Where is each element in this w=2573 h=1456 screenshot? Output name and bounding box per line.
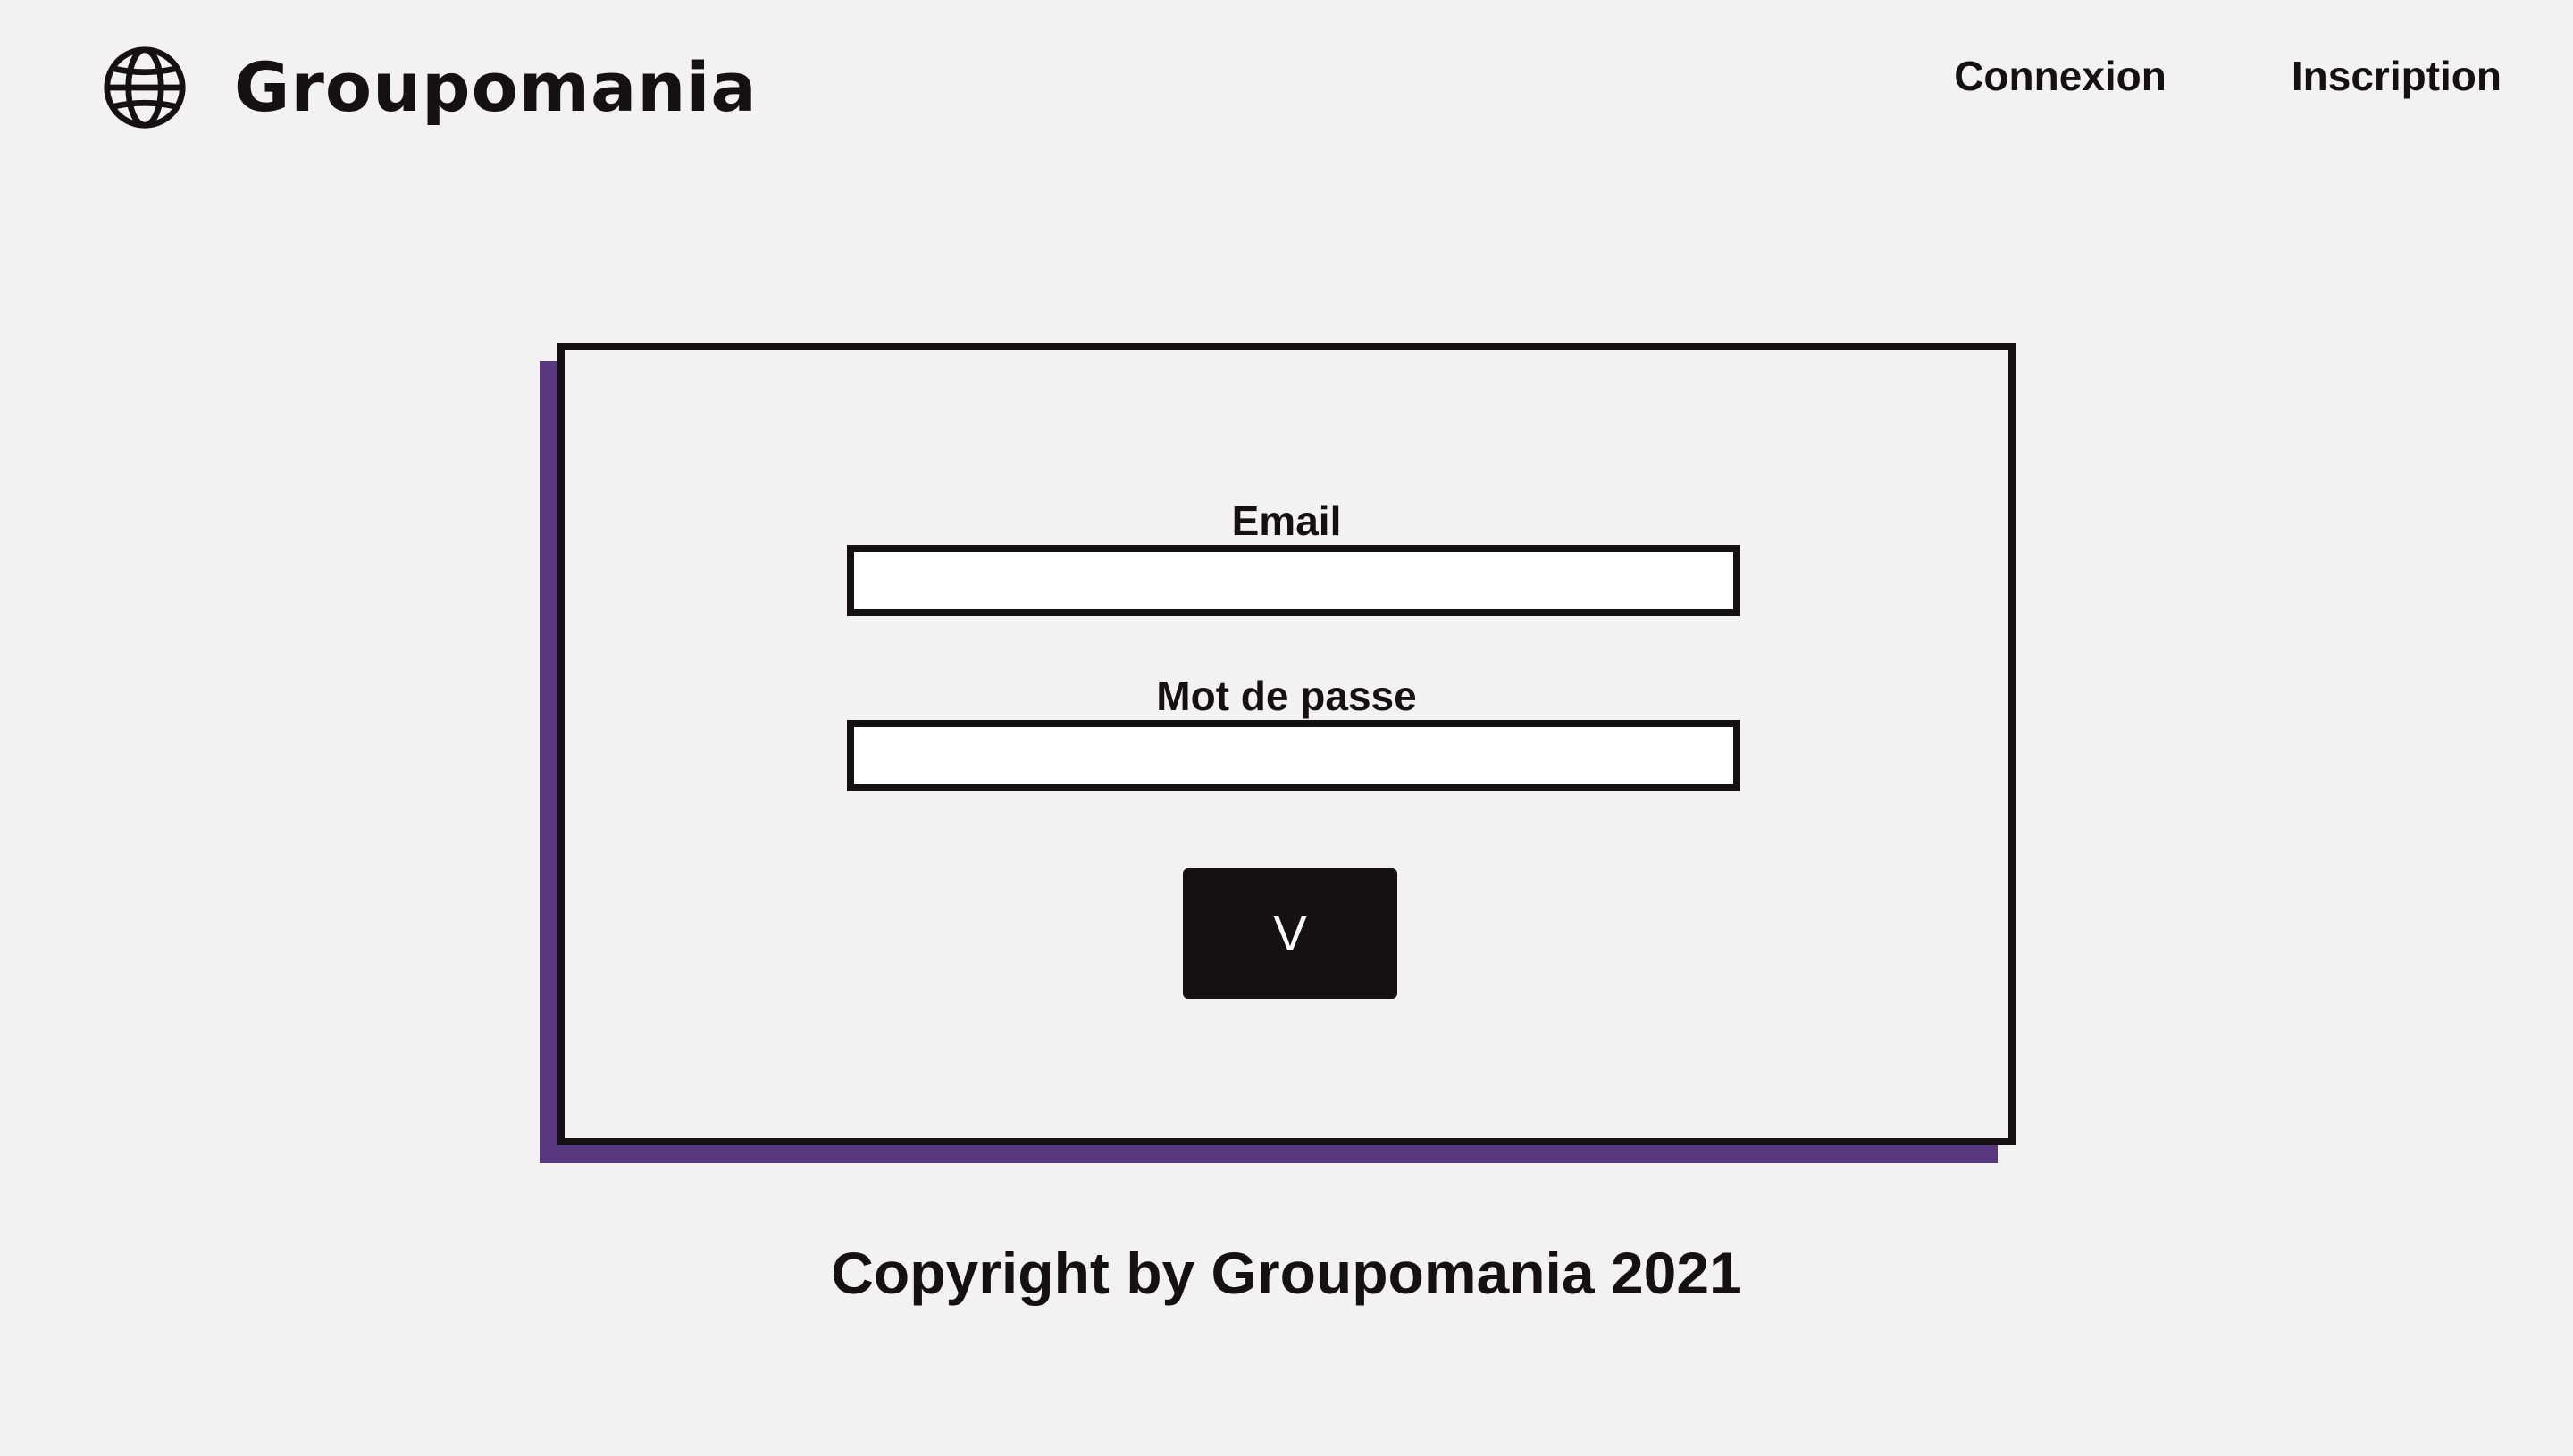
nav-link-connexion[interactable]: Connexion (1954, 52, 2167, 101)
globe-icon (104, 46, 186, 129)
password-field[interactable] (847, 720, 1740, 791)
submit-button[interactable]: V (1183, 868, 1397, 999)
login-form: Email Mot de passe V (565, 350, 2008, 1138)
login-card: Email Mot de passe V (557, 343, 2016, 1145)
site-header: Groupomania Connexion Inscription (0, 0, 2573, 179)
password-label: Mot de passe (1156, 673, 1417, 719)
brand-name: Groupomania (234, 47, 758, 127)
footer-copyright: Copyright by Groupomania 2021 (831, 1240, 1742, 1306)
email-label: Email (1231, 498, 1342, 544)
email-field[interactable] (847, 545, 1740, 616)
nav-link-inscription[interactable]: Inscription (2292, 52, 2502, 101)
main-nav: Connexion Inscription (1954, 52, 2502, 101)
brand-home-link[interactable]: Groupomania (102, 45, 758, 130)
